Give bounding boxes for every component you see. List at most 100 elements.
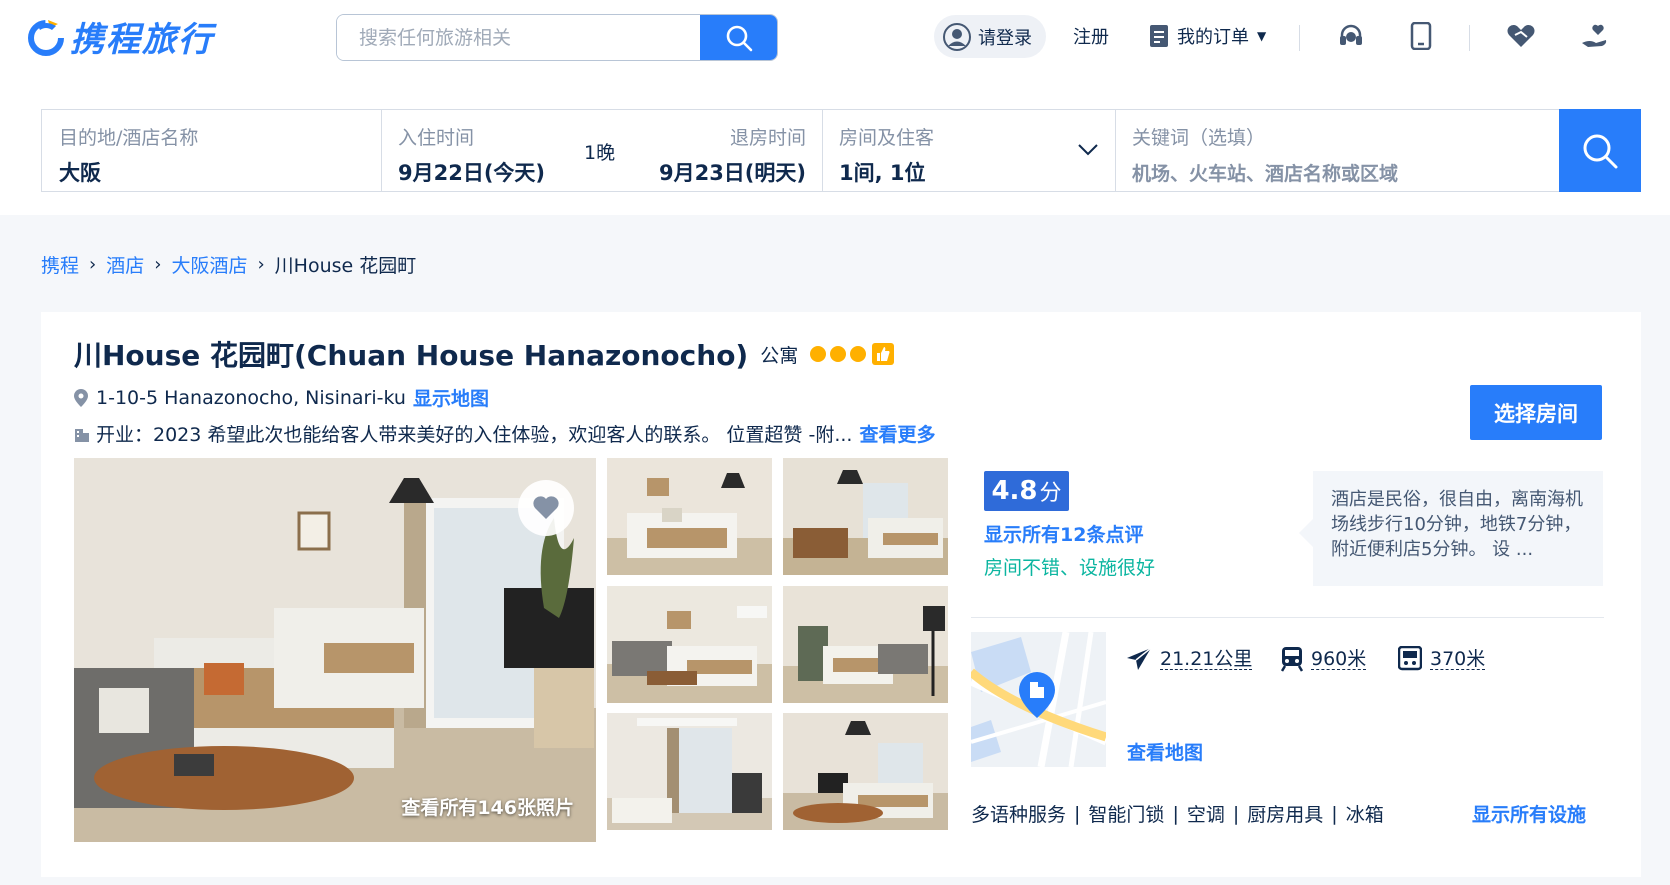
chevron-right-icon: › bbox=[154, 254, 162, 275]
hotel-title-row: 川House 花园町(Chuan House Hanazonocho) 公寓 bbox=[74, 334, 895, 374]
airplane-icon bbox=[1127, 647, 1152, 670]
rating-dot bbox=[850, 346, 867, 362]
select-room-button[interactable]: 选择房间 bbox=[1470, 385, 1602, 440]
chevron-down-icon bbox=[1078, 144, 1098, 156]
checkout-value: 9月23日(明天) bbox=[658, 161, 806, 185]
metro-distance-value: 370米 bbox=[1430, 647, 1486, 670]
facility-item: 冰箱 bbox=[1345, 804, 1384, 826]
date-range-field[interactable]: 入住时间 9月22日(今天) 1晚 退房时间 9月23日(明天) bbox=[382, 110, 823, 191]
all-photos-caption[interactable]: 查看所有146张照片 bbox=[401, 793, 574, 820]
register-label: 注册 bbox=[1073, 26, 1109, 48]
brand-logo[interactable]: 携程旅行 bbox=[26, 12, 214, 60]
facility-item: 空调 bbox=[1186, 804, 1225, 826]
checkout-label: 退房时间 bbox=[729, 127, 806, 149]
facility-item: 多语种服务 bbox=[971, 804, 1067, 826]
heart-icon bbox=[533, 496, 559, 519]
bedroom-thumbnail bbox=[783, 586, 948, 703]
chevron-right-icon: › bbox=[89, 254, 97, 275]
breadcrumb-city-hotels[interactable]: 大阪酒店 bbox=[171, 251, 247, 278]
facility-separator: | bbox=[1232, 802, 1240, 825]
facility-separator: | bbox=[1331, 802, 1338, 825]
review-tag: 房间不错、设施很好 bbox=[984, 557, 1156, 579]
facility-list: 多语种服务 | 智能门锁 | 空调 | 厨房用具 | 冰箱 bbox=[971, 800, 1384, 827]
hand-heart-icon bbox=[1582, 24, 1607, 47]
checkin-label: 入住时间 bbox=[398, 127, 475, 149]
mini-map[interactable] bbox=[971, 632, 1106, 767]
bedroom-thumbnail bbox=[607, 586, 772, 703]
thumbnail-photo[interactable] bbox=[607, 458, 772, 575]
global-search-input[interactable] bbox=[337, 15, 700, 60]
my-orders-menu[interactable]: 我的订单 ▼ bbox=[1149, 13, 1266, 58]
breadcrumb: 携程 › 酒店 › 大阪酒店 › 川House 花园町 bbox=[41, 251, 416, 278]
checkin-value: 9月22日(今天) bbox=[398, 161, 546, 185]
customer-service-button[interactable] bbox=[1337, 13, 1365, 58]
facility-separator: | bbox=[1074, 802, 1081, 825]
train-distance: 960米 bbox=[1281, 646, 1367, 672]
view-more-link[interactable]: 查看更多 bbox=[859, 420, 935, 447]
hotel-address: 1-10-5 Hanazonocho, Nisinari-ku bbox=[96, 386, 406, 409]
show-map-link[interactable]: 显示地图 bbox=[413, 384, 489, 411]
mobile-app-button[interactable] bbox=[1410, 13, 1432, 58]
breadcrumb-hotels[interactable]: 酒店 bbox=[106, 251, 144, 278]
order-doc-icon bbox=[1150, 24, 1168, 47]
global-search bbox=[336, 14, 778, 61]
thumbs-up-icon bbox=[872, 343, 895, 365]
brand-name: 携程旅行 bbox=[70, 19, 214, 60]
keyword-field[interactable]: 关键词（选填） 机场、火车站、酒店名称或区域 bbox=[1116, 110, 1560, 191]
nights-count: 1晚 bbox=[584, 142, 616, 164]
booking-bar: 目的地/酒店名称 大阪 入住时间 9月22日(今天) 1晚 退房时间 9月23日… bbox=[41, 109, 1641, 192]
rating-dots bbox=[806, 346, 867, 362]
hotel-pin-icon bbox=[1019, 672, 1055, 718]
rooms-guests-value: 1间, 1位 bbox=[839, 161, 926, 185]
facility-item: 智能门锁 bbox=[1088, 804, 1165, 826]
register-link[interactable]: 注册 bbox=[1073, 13, 1109, 58]
booking-search-button[interactable] bbox=[1559, 109, 1641, 192]
hotel-address-row: 1-10-5 Hanazonocho, Nisinari-ku 显示地图 bbox=[74, 384, 489, 411]
thumbnail-photo[interactable] bbox=[783, 586, 948, 703]
review-quote-text: 酒店是民俗，很自由，离南海机场线步行10分钟，地铁7分钟，附近便利店5分钟。 设… bbox=[1331, 489, 1583, 560]
rooms-guests-label: 房间及住客 bbox=[839, 127, 935, 149]
favorite-button[interactable] bbox=[518, 480, 574, 536]
search-icon bbox=[726, 25, 752, 51]
view-map-link[interactable]: 查看地图 bbox=[1127, 738, 1203, 765]
train-icon bbox=[1281, 647, 1303, 672]
metro-icon bbox=[1398, 646, 1422, 671]
partner-button[interactable] bbox=[1506, 13, 1536, 58]
login-label: 请登录 bbox=[978, 27, 1032, 49]
bedroom-thumbnail bbox=[783, 713, 948, 830]
breadcrumb-home[interactable]: 携程 bbox=[41, 251, 79, 278]
thumbnail-photo[interactable] bbox=[607, 586, 772, 703]
facility-item: 厨房用具 bbox=[1247, 804, 1324, 826]
all-facilities-link[interactable]: 显示所有设施 bbox=[1472, 800, 1586, 827]
rating-dot bbox=[830, 346, 847, 362]
review-score-badge: 4.8 分 bbox=[984, 471, 1069, 511]
thumbnail-photo[interactable] bbox=[783, 458, 948, 575]
destination-value: 大阪 bbox=[59, 161, 101, 185]
top-header: 携程旅行 请登录 注册 我的订单 ▼ bbox=[0, 0, 1670, 215]
main-photo[interactable]: 查看所有146张照片 bbox=[74, 458, 596, 842]
destination-label: 目的地/酒店名称 bbox=[59, 127, 199, 149]
review-quote[interactable]: 酒店是民俗，很自由，离南海机场线步行10分钟，地铁7分钟，附近便利店5分钟。 设… bbox=[1299, 471, 1603, 586]
header-divider bbox=[1299, 25, 1300, 51]
hotel-description: 开业：2023 希望此次也能给客人带来美好的入住体验，欢迎客人的联系。 位置超赞… bbox=[96, 424, 853, 446]
thumbnail-photo[interactable] bbox=[783, 713, 948, 830]
header-divider bbox=[1469, 25, 1470, 51]
care-button[interactable] bbox=[1580, 13, 1608, 58]
destination-field[interactable]: 目的地/酒店名称 大阪 bbox=[42, 110, 382, 191]
airport-distance: 21.21公里 bbox=[1126, 646, 1253, 672]
hotel-name: 川House 花园町(Chuan House Hanazonocho) bbox=[74, 339, 749, 372]
phone-icon bbox=[1410, 21, 1432, 50]
my-orders-label: 我的订单 bbox=[1177, 26, 1249, 48]
bedroom-thumbnail bbox=[607, 458, 772, 575]
rooms-guests-field[interactable]: 房间及住客 1间, 1位 bbox=[823, 110, 1116, 191]
thumbnail-photo[interactable] bbox=[607, 713, 772, 830]
review-score: 4.8 bbox=[991, 476, 1038, 506]
global-search-button[interactable] bbox=[700, 15, 777, 60]
bedroom-thumbnail bbox=[783, 458, 948, 575]
facility-separator: | bbox=[1172, 802, 1179, 825]
dolphin-logo-icon bbox=[28, 20, 64, 56]
login-button[interactable]: 请登录 bbox=[934, 15, 1046, 58]
all-reviews-link[interactable]: 显示所有12条点评 bbox=[984, 520, 1143, 547]
bedroom-thumbnail bbox=[607, 713, 772, 830]
hotel-card: 川House 花园町(Chuan House Hanazonocho) 公寓 1… bbox=[41, 312, 1641, 877]
